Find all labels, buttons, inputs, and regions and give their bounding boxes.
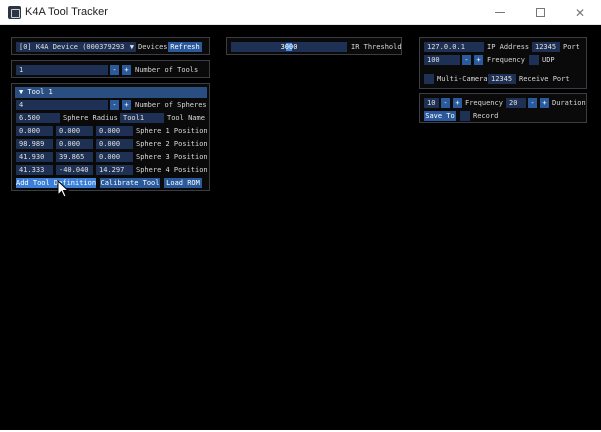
sphere2-x[interactable]: 98.989 [16,139,53,149]
duration-plus-button[interactable]: + [540,98,549,108]
ip-address-input[interactable]: 127.0.0.1 [424,42,484,52]
duration-minus-button[interactable]: - [528,98,537,108]
close-button[interactable]: ✕ [560,0,600,25]
sphere4-y[interactable]: -40.040 [56,165,93,175]
udp-label: UDP [542,56,555,64]
network-freq-plus-button[interactable]: + [474,55,483,65]
port-input[interactable]: 12345 [532,42,560,52]
record-freq-plus-button[interactable]: + [453,98,462,108]
maximize-icon [535,8,545,17]
refresh-button[interactable]: Refresh [168,42,202,52]
tools-count-input[interactable]: 1 [16,65,108,75]
spheres-minus-button[interactable]: - [110,100,119,110]
record-frequency-input[interactable]: 10 [424,98,439,108]
sphere2-y[interactable]: 0.000 [56,139,93,149]
load-rom-button[interactable]: Load ROM [164,178,202,188]
sphere1-label: Sphere 1 Position [136,127,208,135]
render-viewport: [0] K4A Device (000379293 ▼ Devices Refre… [0,25,601,430]
sphere1-z[interactable]: 0.000 [96,126,133,136]
sphere4-label: Sphere 4 Position [136,166,208,174]
sphere1-x[interactable]: 0.000 [16,126,53,136]
app-icon [8,6,21,19]
minimize-button[interactable] [480,0,520,25]
title-bar: K4A Tool Tracker ✕ [0,0,601,25]
tool-name-input[interactable]: Tool1 [120,113,164,123]
ir-threshold-value: 3000 [280,43,298,51]
sphere1-y[interactable]: 0.000 [56,126,93,136]
chevron-down-icon: ▼ [129,43,134,51]
close-icon: ✕ [574,5,586,20]
sphere4-x[interactable]: 41.333 [16,165,53,175]
window-title: K4A Tool Tracker [25,6,108,18]
record-panel: 10 - + Frequency 20 - + Duration Save To… [419,93,587,123]
tools-minus-button[interactable]: - [110,65,119,75]
device-select[interactable]: [0] K4A Device (000379293 ▼ [16,42,136,52]
sphere3-x[interactable]: 41.930 [16,152,53,162]
record-label: Record [473,112,499,120]
udp-checkbox[interactable] [529,55,539,65]
record-checkbox[interactable] [460,111,470,121]
sphere3-z[interactable]: 0.000 [96,152,133,162]
spheres-count-input[interactable]: 4 [16,100,108,110]
ir-threshold-label: IR Threshold [351,43,402,51]
spheres-plus-button[interactable]: + [122,100,131,110]
multi-camera-label: Multi-Camera [437,75,488,83]
sphere-radius-input[interactable]: 6.500 [16,113,60,123]
record-freq-minus-button[interactable]: - [441,98,450,108]
port-label: Port [563,43,580,51]
tool1-header[interactable]: ▼ Tool 1 [15,87,207,98]
tool1-panel: ▼ Tool 1 4 - + Number of Spheres 6.500 S… [11,83,210,191]
sphere2-label: Sphere 2 Position [136,140,208,148]
network-freq-minus-button[interactable]: - [462,55,471,65]
calibrate-tool-button[interactable]: Calibrate Tool [100,178,160,188]
network-frequency-label: Frequency [487,56,525,64]
sphere2-z[interactable]: 0.000 [96,139,133,149]
sphere-radius-label: Sphere Radius [63,114,118,122]
multi-camera-checkbox[interactable] [424,74,434,84]
duration-label: Duration [552,99,586,107]
mouse-cursor-icon [57,180,69,198]
maximize-button[interactable] [520,0,560,25]
record-frequency-label: Frequency [465,99,503,107]
tools-plus-button[interactable]: + [122,65,131,75]
receive-port-label: Receive Port [519,75,570,83]
sphere3-label: Sphere 3 Position [136,153,208,161]
duration-input[interactable]: 20 [506,98,526,108]
devices-label: Devices [138,43,168,51]
save-to-button[interactable]: Save To [424,111,456,121]
tool-name-label: Tool Name [167,114,205,122]
tools-label: Number of Tools [135,66,199,74]
ir-panel: 3000 IR Threshold [226,37,402,55]
minimize-icon [495,12,505,13]
add-tool-definition-button[interactable]: Add Tool Definition [16,178,96,188]
receive-port-input[interactable]: 12345 [488,74,516,84]
network-panel: 127.0.0.1 IP Address 12345 Port 100 - + … [419,37,587,89]
spheres-label: Number of Spheres [135,101,207,109]
tools-panel: 1 - + Number of Tools [11,60,210,78]
sphere3-y[interactable]: 39.865 [56,152,93,162]
network-frequency-input[interactable]: 100 [424,55,460,65]
device-panel: [0] K4A Device (000379293 ▼ Devices Refre… [11,37,210,55]
ir-threshold-slider[interactable]: 3000 [231,42,347,52]
sphere4-z[interactable]: 14.297 [96,165,133,175]
ip-address-label: IP Address [487,43,530,51]
